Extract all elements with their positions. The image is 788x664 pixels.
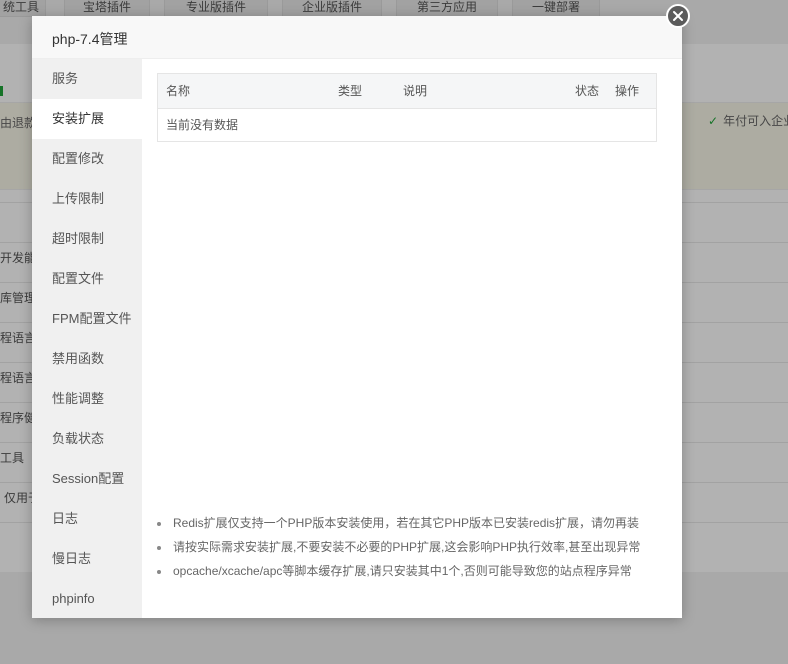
list-item: 请按实际需求安装扩展,不要安装不必要的PHP扩展,这会影响PHP执行效率,甚至出… (157, 535, 672, 559)
table-body: 当前没有数据 (158, 109, 656, 141)
list-item: opcache/xcache/apc等脚本缓存扩展,请只安装其中1个,否则可能导… (157, 559, 672, 583)
dialog-content: 名称 类型 说明 状态 操作 当前没有数据 Redis扩展仅支持一个PHP版本安… (142, 59, 682, 618)
close-icon (673, 11, 683, 21)
tip-text: 请按实际需求安装扩展,不要安装不必要的PHP扩展,这会影响PHP执行效率,甚至出… (173, 540, 641, 554)
tips-list: Redis扩展仅支持一个PHP版本安装使用，若在其它PHP版本已安装redis扩… (157, 511, 672, 583)
tip-text: opcache/xcache/apc等脚本缓存扩展,请只安装其中1个,否则可能导… (173, 564, 632, 578)
column-header-name: 名称 (166, 84, 191, 98)
bullet-icon (157, 546, 161, 550)
close-button[interactable] (666, 4, 690, 28)
dialog-sidebar: 服务 安装扩展 配置修改 上传限制 超时限制 配置文件 FPM配置文件 禁用函数… (32, 59, 142, 618)
bullet-icon (157, 522, 161, 526)
sidebar-item-config-file[interactable]: 配置文件 (32, 259, 142, 299)
dialog-header: php-7.4管理 (32, 16, 682, 59)
column-header-type: 类型 (338, 84, 363, 98)
php-manage-dialog: php-7.4管理 服务 安装扩展 配置修改 上传限制 超时限制 配置文件 FP… (32, 16, 682, 618)
table-header: 名称 类型 说明 状态 操作 (158, 74, 656, 109)
sidebar-item-disabled-functions[interactable]: 禁用函数 (32, 339, 142, 379)
tip-text: Redis扩展仅支持一个PHP版本安装使用，若在其它PHP版本已安装redis扩… (173, 516, 640, 530)
column-header-action: 操作 (615, 84, 640, 98)
sidebar-item-slow-log[interactable]: 慢日志 (32, 539, 142, 579)
sidebar-item-performance[interactable]: 性能调整 (32, 379, 142, 419)
sidebar-item-fpm-config[interactable]: FPM配置文件 (32, 299, 142, 339)
empty-state-text: 当前没有数据 (166, 118, 239, 132)
dialog-title: php-7.4管理 (52, 31, 128, 47)
sidebar-item-service[interactable]: 服务 (32, 59, 142, 99)
sidebar-item-timeout-limit[interactable]: 超时限制 (32, 219, 142, 259)
sidebar-item-load-status[interactable]: 负载状态 (32, 419, 142, 459)
sidebar-item-config-edit[interactable]: 配置修改 (32, 139, 142, 179)
extensions-table: 名称 类型 说明 状态 操作 当前没有数据 (157, 73, 657, 142)
sidebar-item-phpinfo[interactable]: phpinfo (32, 579, 142, 619)
column-header-status: 状态 (575, 84, 600, 98)
sidebar-item-log[interactable]: 日志 (32, 499, 142, 539)
list-item: Redis扩展仅支持一个PHP版本安装使用，若在其它PHP版本已安装redis扩… (157, 511, 672, 535)
sidebar-item-session-config[interactable]: Session配置 (32, 459, 142, 499)
sidebar-item-upload-limit[interactable]: 上传限制 (32, 179, 142, 219)
bullet-icon (157, 570, 161, 574)
column-header-desc: 说明 (403, 84, 428, 98)
sidebar-item-install-extension[interactable]: 安装扩展 (32, 99, 142, 139)
